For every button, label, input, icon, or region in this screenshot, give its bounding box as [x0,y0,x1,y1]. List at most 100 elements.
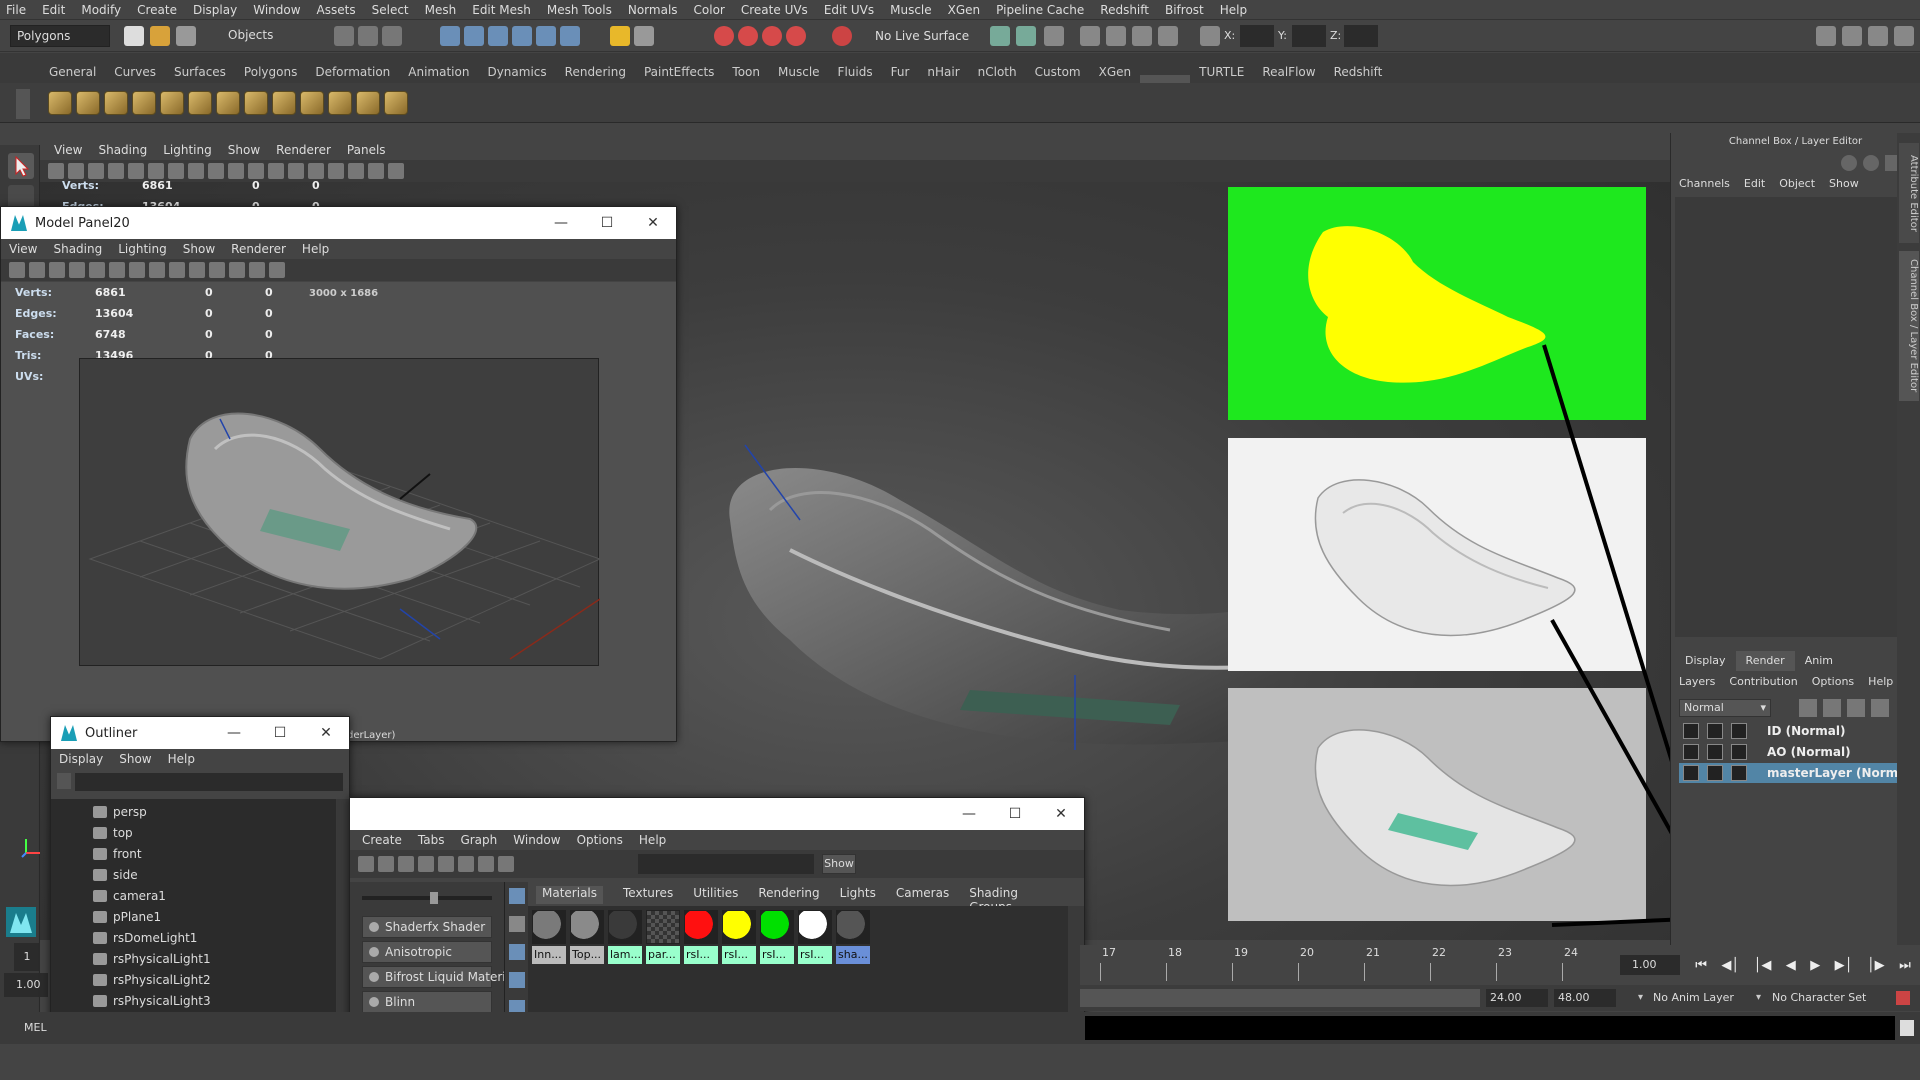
film-gate-icon[interactable] [109,262,125,278]
hypershade-tab-lights[interactable]: Lights [840,886,876,904]
layer-tab-anim[interactable]: Anim [1795,651,1843,671]
render-swatch-icon[interactable] [498,856,514,872]
snap-grid-icon[interactable] [440,26,460,46]
render-view-icon[interactable] [1044,26,1064,46]
model-panel-menu-show[interactable]: Show [183,242,215,256]
render-layer-row[interactable]: masterLayer (Normal) [1679,763,1916,783]
menu-bifrost[interactable]: Bifrost [1165,3,1204,17]
step-back-key-icon[interactable]: │◀ [1754,958,1772,973]
menu-window[interactable]: Window [253,3,300,17]
outliner-item[interactable]: front [93,843,142,864]
attribute-editor-icon[interactable] [1842,26,1862,46]
max-time-field[interactable]: 48.00 [1554,989,1616,1007]
add-icon[interactable] [378,856,394,872]
uv-editor-icon[interactable] [1158,26,1178,46]
render-toggle-icon[interactable] [1683,744,1699,760]
create-node-item[interactable]: Bifrost Liquid Material [362,966,516,988]
close-button[interactable]: ✕ [630,215,676,231]
sort-icon[interactable] [509,972,525,988]
render-layer-row[interactable]: AO (Normal) [1679,742,1901,762]
tool-settings-icon[interactable] [1868,26,1888,46]
snap-toggle-icon[interactable] [990,26,1010,46]
hypershade-menu-help[interactable]: Help [639,833,666,847]
select-object-icon[interactable] [358,26,378,46]
x-field[interactable] [1240,25,1274,47]
bookmark-icon[interactable] [49,262,65,278]
material-swatch[interactable] [608,910,642,944]
shelf-cylinder-icon[interactable] [104,91,128,115]
material-swatch[interactable] [570,910,604,944]
hypershade-tab-cameras[interactable]: Cameras [896,886,949,904]
ipr-render-icon[interactable] [738,26,758,46]
live-surface-icon[interactable] [832,26,852,46]
maximize-button[interactable]: ☐ [257,725,303,741]
input-output-icon[interactable] [634,26,654,46]
channel-settings-icon[interactable] [1841,155,1857,171]
end-time-field[interactable]: 24.00 [1486,989,1548,1007]
char-set-chevron-icon[interactable]: ▾ [1756,992,1761,1003]
start-time-field[interactable]: 1.00 [4,973,48,997]
menu-file[interactable]: File [6,3,26,17]
settings-icon[interactable] [1731,723,1747,739]
visibility-icon[interactable] [1707,744,1723,760]
smooth-shade-icon[interactable] [189,262,205,278]
shelf-combine-icon[interactable] [216,91,240,115]
graph-materials-icon[interactable] [509,888,525,904]
open-scene-icon[interactable] [150,26,170,46]
shelf-tab-surfaces[interactable]: Surfaces [165,61,235,83]
channel-box-tab[interactable]: Channel Box / Layer Editor [1899,251,1919,401]
menu-help[interactable]: Help [1220,3,1247,17]
time-slider[interactable]: 1.00 ⏮ ◀│ │◀ ◀ ▶ ▶│ │▶ ⏭ 17 18 19 20 21 22 23 24 [1080,945,1920,985]
shelf-extrude-icon[interactable] [356,91,380,115]
snap-point-icon[interactable] [488,26,508,46]
z-field[interactable] [1344,25,1378,47]
show-button[interactable]: Show [822,854,856,874]
anim-layer-dropdown[interactable]: No Anim Layer [1653,991,1734,1004]
camera-icon[interactable] [9,262,25,278]
trax-icon[interactable] [1106,26,1126,46]
blend-mode-dropdown[interactable]: Normal ▾ [1679,699,1771,717]
channel-menu-show[interactable]: Show [1829,177,1859,190]
visibility-icon[interactable] [1707,765,1723,781]
ao-icon[interactable] [368,163,384,179]
render-layer-row[interactable]: ID (Normal) [1679,721,1901,741]
shelf-tab-muscle[interactable]: Muscle [769,61,829,83]
modeling-toolkit-icon[interactable] [1816,26,1836,46]
shelf-menu-icon[interactable] [16,89,30,119]
go-to-end-icon[interactable]: ⏭ [1899,958,1911,973]
channel-speed-icon[interactable] [1863,155,1879,171]
transform-mode-icon[interactable] [1200,26,1220,46]
channel-box-icon[interactable] [1894,26,1914,46]
hypershade-menu-options[interactable]: Options [577,833,623,847]
shelf-sphere-icon[interactable] [48,91,72,115]
anim-layer-chevron-icon[interactable]: ▾ [1638,992,1643,1003]
layer-menu-help[interactable]: Help [1868,675,1893,688]
render-settings-icon[interactable] [762,26,782,46]
select-tool-icon[interactable] [8,153,34,179]
script-editor-icon[interactable] [1900,1020,1914,1036]
visibility-icon[interactable] [1707,723,1723,739]
hypershade-tab-shading-groups[interactable]: Shading Groups [969,886,1056,914]
outliner-item[interactable]: top [93,822,133,843]
mel-label[interactable]: MEL [24,1021,47,1034]
material-swatch[interactable] [684,910,718,944]
shelf-extract-icon[interactable] [272,91,296,115]
render-layer-overrides-icon[interactable] [1871,699,1889,717]
shelf-tab-ncloth[interactable]: nCloth [969,61,1026,83]
outliner-item[interactable]: rsPhysicalLight2 [93,969,211,990]
shelf-tab-dynamics[interactable]: Dynamics [478,61,555,83]
maximize-button[interactable]: ☐ [584,215,630,231]
minimize-button[interactable]: — [538,215,584,231]
viewport-menu-show[interactable]: Show [228,143,260,157]
shelf-tab-nhair[interactable]: nHair [918,61,968,83]
lights-icon[interactable] [229,262,245,278]
textured-icon[interactable] [209,262,225,278]
viewport-menu-renderer[interactable]: Renderer [276,143,331,157]
menu-modify[interactable]: Modify [81,3,121,17]
attribute-editor-tab[interactable]: Attribute Editor [1899,143,1919,243]
menu-mesh[interactable]: Mesh [425,3,457,17]
shelf-tab-redshift[interactable]: Redshift [1325,61,1392,83]
shelf-plane-icon[interactable] [132,91,156,115]
render-icon[interactable] [714,26,734,46]
material-swatch[interactable] [798,910,832,944]
